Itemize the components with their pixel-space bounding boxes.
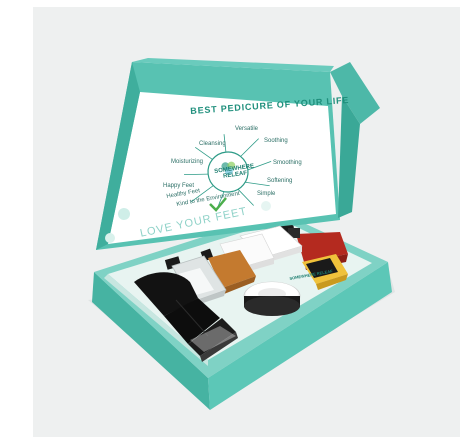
lid-bubble [105,233,115,243]
wheel-word: Moisturizing [171,159,204,165]
lid-flap-right [330,62,380,124]
lid-bubble [118,208,130,220]
wheel-word: Smoothing [273,160,302,166]
product-photo: BEST PEDICURE OF YOUR LIFE Versatile Soo… [0,0,471,440]
wheel-word: Softening [267,178,293,184]
wheel-word: Happy Feet [163,183,195,189]
wheel-word: Versatile [235,126,259,132]
pedicure-kit-illustration [88,58,395,410]
lid-bubble [261,201,271,211]
scrub-jar [243,281,301,316]
wheel-word: Soothing [264,138,288,144]
wheel-word: Cleansing [199,141,226,147]
wheel-word: Simple [257,191,276,197]
